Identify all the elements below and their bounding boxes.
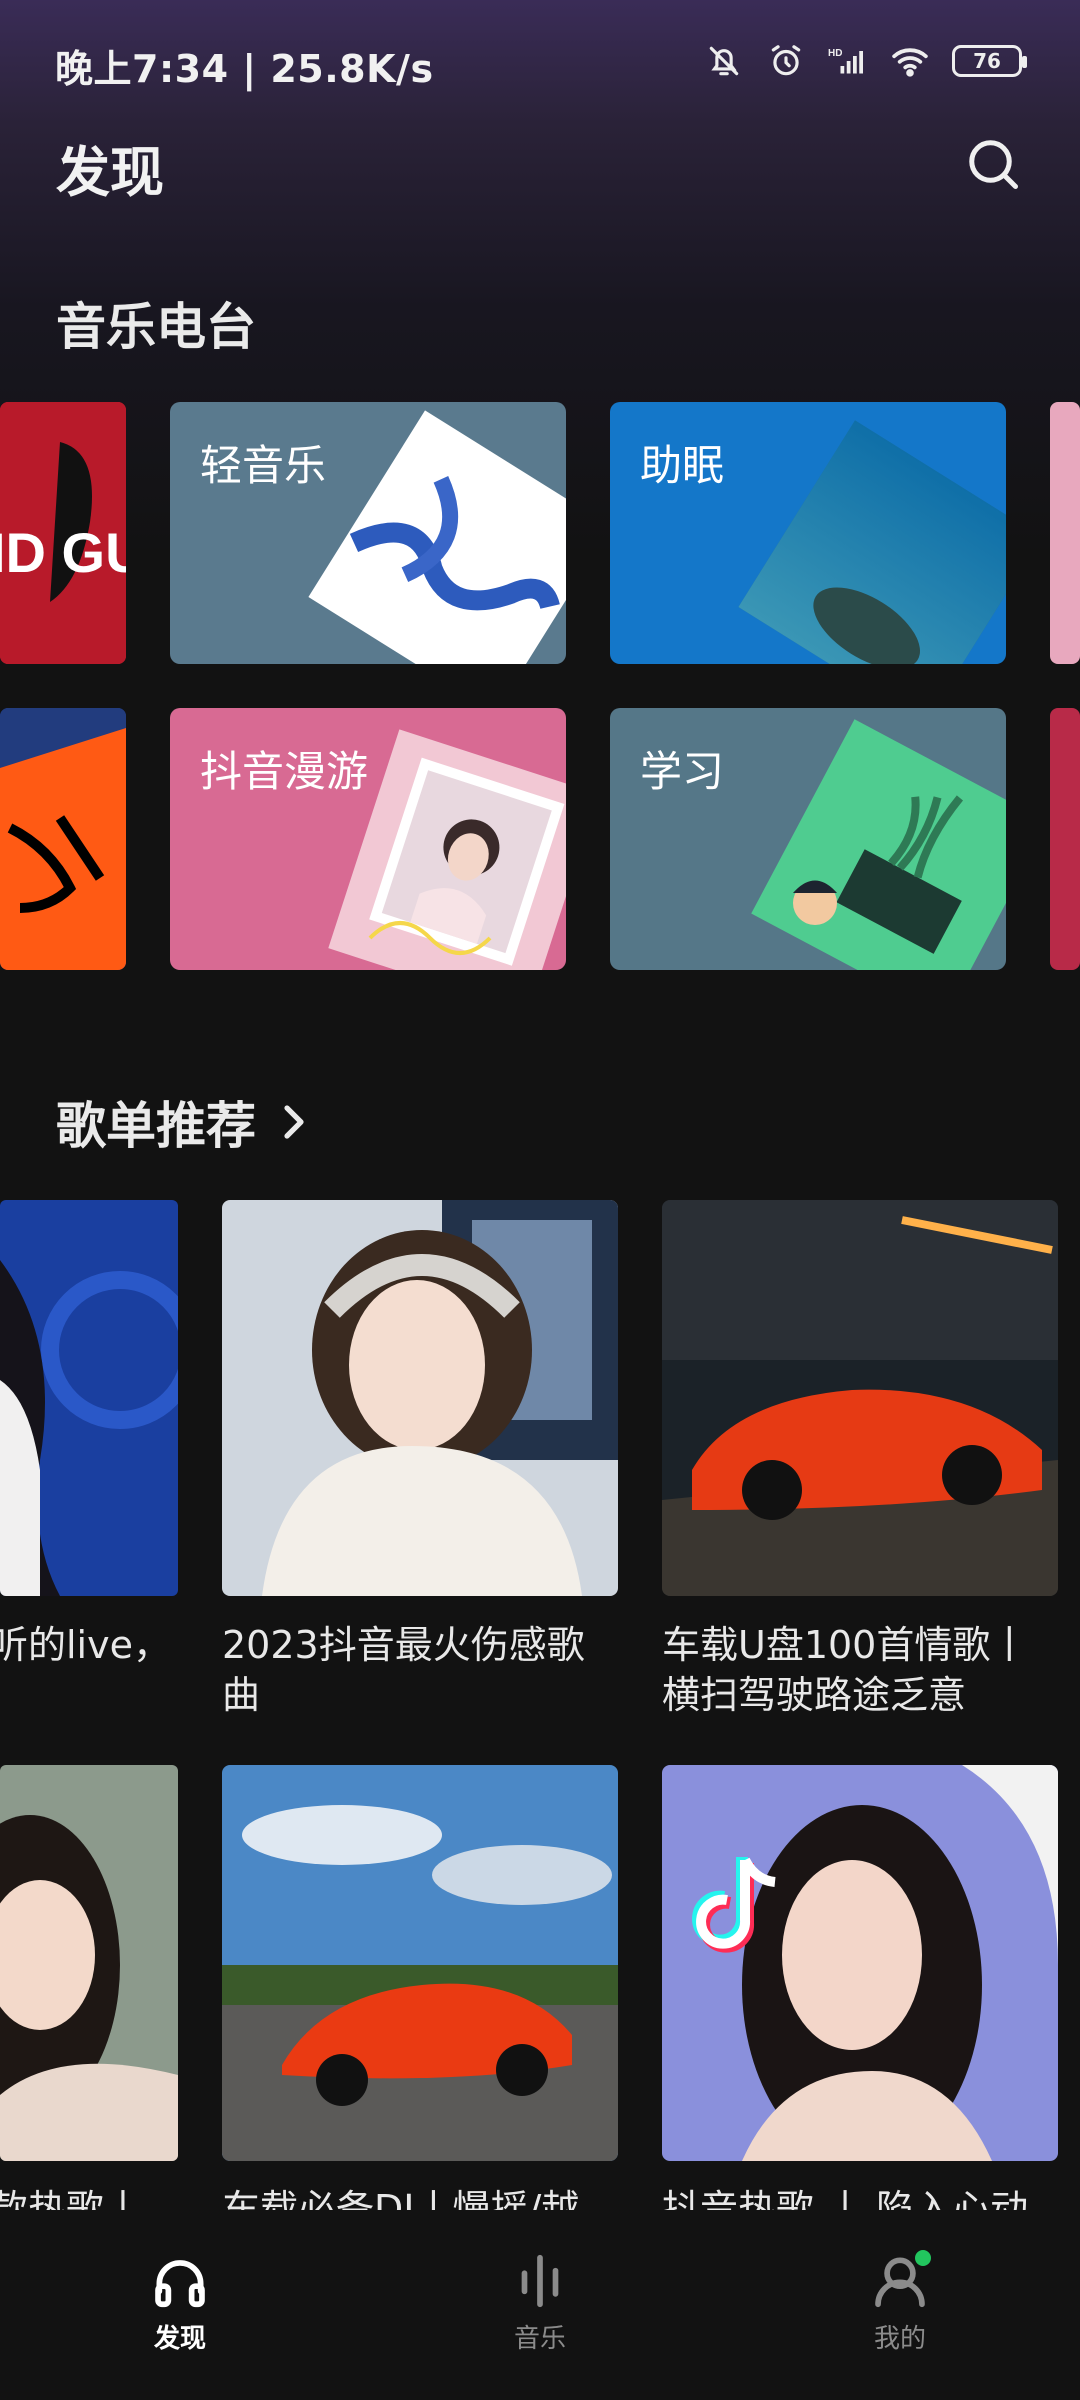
battery-level: 76 bbox=[973, 49, 1001, 73]
playlist-cover-2[interactable] bbox=[222, 1200, 618, 1596]
radio-card-partial-left-2[interactable] bbox=[0, 708, 126, 970]
playlist-title-6[interactable]: 抖音热歌 丨 陷入心动 bbox=[662, 2184, 1062, 2210]
chevron-right-icon bbox=[284, 1105, 304, 1139]
radio-card-label: 助眠 bbox=[640, 441, 725, 490]
radio-card-douyin-roam[interactable]: 抖音漫游 bbox=[170, 708, 566, 970]
search-button[interactable] bbox=[962, 133, 1024, 195]
notification-dot bbox=[915, 2250, 931, 2266]
radio-card-partial-right-2[interactable] bbox=[1050, 708, 1080, 970]
nav-label: 音乐 bbox=[513, 2324, 566, 2354]
status-time: 晚上7:34 | 25.8K/s bbox=[55, 47, 434, 91]
radio-card-partial-right-1[interactable] bbox=[1050, 402, 1080, 664]
battery-icon: 76 bbox=[952, 45, 1027, 77]
playlist-title-partial-2[interactable]: 款热歌丨 bbox=[0, 2184, 178, 2210]
page-title: 发现 bbox=[56, 141, 164, 204]
radio-card-label: 轻音乐 bbox=[200, 441, 327, 490]
playlist-title-2[interactable]: 2023抖音最火伤感歌曲 bbox=[222, 1620, 622, 1720]
svg-text:ID GUE: ID GUE bbox=[0, 521, 126, 584]
radio-card-label: 学习 bbox=[640, 747, 725, 796]
radio-card-study[interactable]: 学习 bbox=[610, 708, 1006, 970]
playlist-cover-partial-1[interactable] bbox=[0, 1200, 178, 1596]
nav-mine[interactable]: 我的 bbox=[800, 2250, 1000, 2355]
radio-card-label: 抖音漫游 bbox=[200, 747, 369, 796]
radio-card-light-music[interactable]: 轻音乐 bbox=[170, 402, 566, 664]
wifi-icon bbox=[890, 41, 930, 81]
bottom-nav: 发现 音乐 我的 bbox=[0, 2210, 1080, 2400]
radio-card-partial-left-1[interactable]: ID GUE bbox=[0, 402, 126, 664]
radio-card-sleep[interactable]: 助眠 bbox=[610, 402, 1006, 664]
radio-section-title: 音乐电台 bbox=[56, 287, 256, 359]
playlist-section-title[interactable]: 歌单推荐 bbox=[56, 1086, 308, 1158]
nav-label: 我的 bbox=[873, 2324, 926, 2354]
playlist-cover-6[interactable] bbox=[662, 1765, 1058, 2161]
nav-discover[interactable]: 发现 bbox=[80, 2250, 280, 2355]
playlist-title-3[interactable]: 车载U盘100首情歌丨横扫驾驶路途乏意 bbox=[662, 1620, 1062, 1720]
nav-label: 发现 bbox=[153, 2324, 206, 2354]
svg-text:HD: HD bbox=[828, 48, 842, 59]
playlist-cover-3[interactable] bbox=[662, 1200, 1058, 1596]
nav-music[interactable]: 音乐 bbox=[440, 2250, 640, 2355]
mute-bell-icon bbox=[704, 41, 744, 81]
playlist-section-title-text: 歌单推荐 bbox=[56, 1097, 256, 1155]
playlist-cover-partial-2[interactable] bbox=[0, 1765, 178, 2161]
alarm-icon bbox=[766, 41, 806, 81]
playlist-cover-5[interactable] bbox=[222, 1765, 618, 2161]
headphones-icon bbox=[155, 2260, 205, 2308]
radio-section-title-text: 音乐电台 bbox=[56, 298, 256, 356]
hd-signal-icon: HD bbox=[828, 41, 868, 81]
playlist-title-5[interactable]: 车载必备DJ丨慢摇/越 bbox=[222, 2184, 622, 2210]
search-icon bbox=[969, 140, 1018, 189]
status-icons: HD 76 bbox=[704, 40, 1027, 82]
status-bar: 晚上7:34 | 25.8K/s HD 76 bbox=[0, 0, 1080, 120]
equalizer-icon bbox=[521, 2254, 559, 2308]
playlist-title-partial-1[interactable]: 听的live， bbox=[0, 1620, 178, 1670]
